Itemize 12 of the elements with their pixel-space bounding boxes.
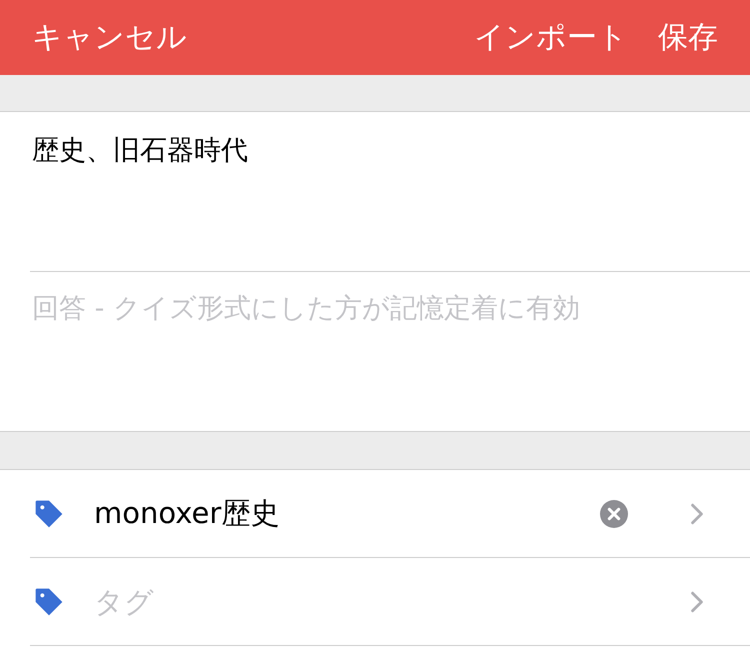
answer-field[interactable]: 回答 - クイズ形式にした方が記憶定着に有効 [30,272,750,431]
tag-field[interactable]: タグ [92,584,690,620]
import-button[interactable]: インポート [462,13,640,62]
tag-field[interactable]: monoxer歴史 [92,496,600,532]
chevron-icon[interactable] [690,502,704,524]
question-field[interactable]: 歴史、旧石器時代 [30,112,750,271]
tag-icon [33,498,65,530]
chevron-icon[interactable] [690,590,704,612]
cancel-button[interactable]: キャンセル [20,13,199,62]
save-button[interactable]: 保存 [646,13,730,62]
clear-icon[interactable] [600,500,628,528]
tag-icon [33,586,65,618]
